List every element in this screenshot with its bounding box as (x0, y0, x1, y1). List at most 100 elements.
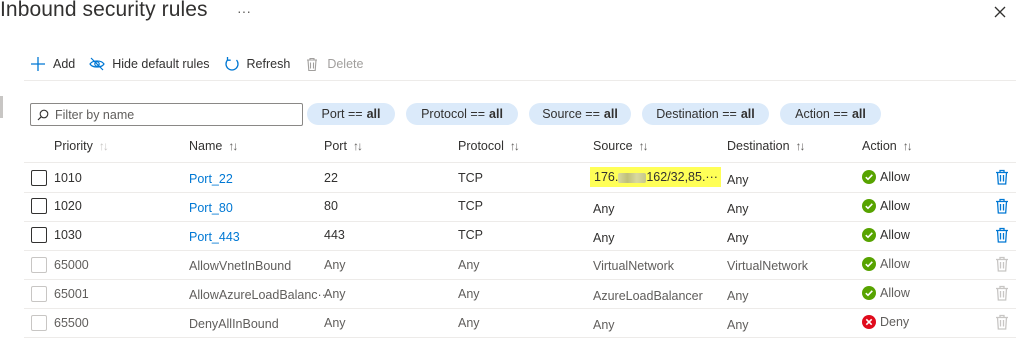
cell-priority: 1030 (54, 228, 82, 242)
cell-port: Any (324, 316, 346, 330)
check-circle-icon (862, 286, 876, 300)
cell-destination: Any (727, 318, 749, 332)
delete-row-icon[interactable] (995, 227, 1009, 243)
pill-key: Protocol (421, 107, 467, 121)
cell-name: DenyAllInBound (189, 317, 279, 331)
sort-icon: ↑↓ (902, 139, 913, 153)
cell-port: 80 (324, 199, 338, 213)
action-label: Allow (880, 286, 910, 300)
action-label: Allow (880, 170, 910, 184)
source-suffix: 162/32,85.··· (646, 170, 718, 184)
cell-destination: VirtualNetwork (727, 259, 809, 273)
refresh-icon (224, 57, 239, 71)
delete-button[interactable]: Delete (304, 56, 363, 72)
pill-value: all (366, 107, 381, 121)
cell-protocol: Any (458, 258, 480, 272)
cell-priority: 1020 (54, 199, 82, 213)
pill-key: Source (542, 107, 582, 121)
source-prefix: 176. (594, 170, 619, 184)
column-label: Port (324, 139, 347, 153)
delete-row-icon[interactable] (995, 198, 1009, 214)
trash-icon (307, 57, 318, 72)
row-divider (24, 279, 1016, 280)
pill-key: Port (321, 107, 345, 121)
command-bar: Add Hide default rules Refresh Delete (30, 54, 377, 74)
cell-name: AllowVnetInBound (189, 259, 292, 273)
cell-destination: Any (727, 173, 749, 187)
sort-icon: ↑↓ (638, 139, 649, 153)
cell-action: Allow (862, 286, 910, 300)
deny-circle-icon (862, 315, 876, 329)
cell-source: Any (593, 202, 615, 216)
check-circle-icon (862, 170, 876, 184)
column-header-action[interactable]: Action ↑↓ (862, 139, 913, 153)
trash-icon-disabled (996, 256, 1008, 272)
sort-icon: ↑↓ (509, 139, 520, 153)
refresh-button[interactable]: Refresh (224, 56, 290, 72)
sort-icon: ↑↓ (352, 139, 363, 153)
filter-placeholder: Filter by name (55, 107, 135, 122)
cell-protocol: TCP (458, 199, 483, 213)
pill-op: == (722, 107, 737, 121)
add-label: Add (53, 57, 76, 71)
plus-icon (31, 57, 45, 71)
column-label: Action (862, 139, 897, 153)
rule-name-link[interactable]: Port_22 (189, 172, 233, 186)
filter-pill-destination[interactable]: Destination == all (642, 103, 769, 125)
pill-value: all (851, 107, 866, 121)
cell-source-highlighted: 176. 162/32,85.··· (590, 167, 721, 187)
hide-default-rules-button[interactable]: Hide default rules (89, 56, 210, 72)
sort-icon: ↑↓ (98, 139, 109, 153)
filter-by-name-input[interactable]: Filter by name (30, 103, 303, 126)
pill-value: all (740, 107, 755, 121)
cell-source: Any (593, 231, 615, 245)
filter-pill-action[interactable]: Action == all (780, 103, 881, 125)
action-label: Allow (880, 199, 910, 213)
column-label: Source (593, 139, 633, 153)
filter-pill-source[interactable]: Source == all (529, 103, 631, 125)
close-icon[interactable] (991, 3, 1009, 21)
redacted-ip-segment (618, 172, 647, 183)
filter-pill-port[interactable]: Port == all (307, 103, 395, 125)
row-checkbox[interactable] (31, 170, 47, 186)
cell-source: AzureLoadBalancer (593, 289, 703, 303)
delete-row-icon[interactable] (995, 169, 1009, 185)
column-label: Destination (727, 139, 790, 153)
column-header-priority[interactable]: Priority ↑↓ (54, 139, 109, 153)
row-checkbox[interactable] (31, 198, 47, 214)
row-checkbox[interactable] (31, 227, 47, 243)
column-header-port[interactable]: Port ↑↓ (324, 139, 363, 153)
cell-action: Allow (862, 199, 910, 213)
cell-source: Any (593, 318, 615, 332)
column-header-destination[interactable]: Destination ↑↓ (727, 139, 806, 153)
cell-priority: 65500 (54, 316, 89, 330)
column-header-protocol[interactable]: Protocol ↑↓ (458, 139, 520, 153)
sort-icon: ↑↓ (795, 139, 806, 153)
cell-destination: Any (727, 202, 749, 216)
row-divider (24, 192, 1016, 193)
cell-priority: 65001 (54, 287, 89, 301)
add-button[interactable]: Add (30, 56, 75, 72)
left-edge-marker (0, 96, 3, 118)
cell-port: Any (324, 287, 346, 301)
column-label: Name (189, 139, 223, 153)
cell-action: Deny (862, 315, 909, 329)
cell-action: Allow (862, 257, 910, 271)
column-header-name[interactable]: Name ↑↓ (189, 139, 238, 153)
action-label: Deny (880, 315, 910, 329)
cell-name: AllowAzureLoadBalanc··· (189, 288, 331, 302)
filter-pill-protocol[interactable]: Protocol == all (406, 103, 518, 125)
rule-name-link[interactable]: Port_80 (189, 201, 233, 215)
column-header-source[interactable]: Source ↑↓ (593, 139, 649, 153)
more-options-button[interactable]: ··· (237, 3, 251, 19)
action-label: Allow (880, 228, 910, 242)
row-divider (24, 221, 1016, 222)
action-label: Allow (880, 257, 910, 271)
cell-port: Any (324, 258, 346, 272)
search-icon (37, 109, 49, 120)
pill-value: all (603, 107, 618, 121)
row-checkbox-disabled (31, 286, 47, 302)
cell-protocol: Any (458, 287, 480, 301)
rule-name-link[interactable]: Port_443 (189, 230, 240, 244)
trash-icon-disabled (996, 285, 1008, 301)
